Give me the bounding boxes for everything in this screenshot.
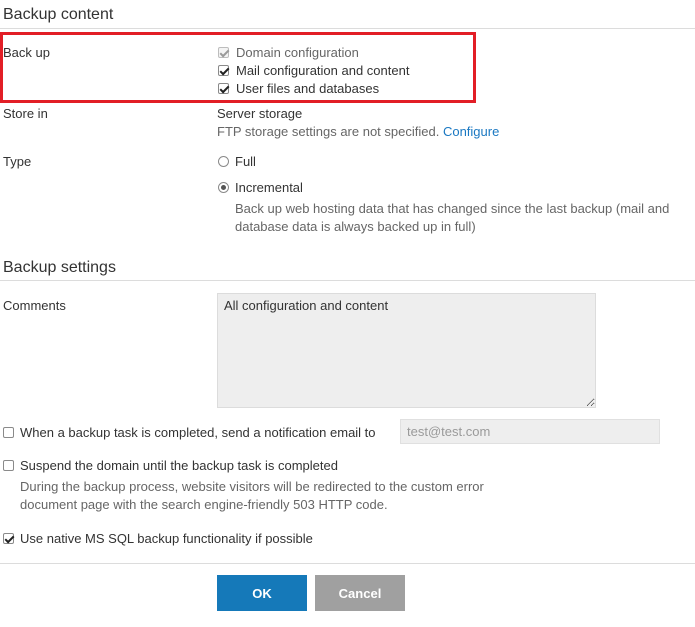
type-label: Type — [3, 154, 32, 169]
mail-configuration-label: Mail configuration and content — [236, 63, 410, 78]
suspend-note-line1: During the backup process, website visit… — [20, 479, 484, 494]
type-full-radio[interactable] — [218, 156, 229, 167]
section-divider — [0, 280, 695, 281]
ftp-note: FTP storage settings are not specified. … — [217, 124, 499, 139]
user-files-label: User files and databases — [236, 81, 380, 96]
ftp-note-text: FTP storage settings are not specified. — [217, 124, 440, 139]
section-divider — [0, 28, 695, 29]
comments-label: Comments — [3, 298, 66, 313]
ok-button[interactable]: OK — [217, 575, 307, 611]
back-up-label: Back up — [3, 45, 50, 60]
store-value: Server storage — [217, 106, 303, 121]
store-in-label: Store in — [3, 106, 48, 121]
backup-content-title: Backup content — [3, 6, 114, 23]
mail-configuration-checkbox[interactable] — [218, 65, 229, 76]
type-incremental-label: Incremental — [235, 180, 303, 195]
notify-checkbox[interactable] — [3, 427, 14, 438]
suspend-checkbox[interactable] — [3, 460, 14, 471]
notify-label: When a backup task is completed, send a … — [20, 425, 376, 440]
type-full-label: Full — [235, 154, 256, 169]
configure-link[interactable]: Configure — [443, 124, 499, 139]
footer-divider — [0, 563, 695, 564]
notification-email-input[interactable] — [400, 419, 660, 444]
incremental-note-line1: Back up web hosting data that has change… — [235, 201, 670, 216]
suspend-note-line2: document page with the search engine-fri… — [20, 497, 388, 512]
cancel-button[interactable]: Cancel — [315, 575, 405, 611]
user-files-checkbox[interactable] — [218, 83, 229, 94]
backup-settings-title: Backup settings — [3, 259, 116, 276]
domain-configuration-checkbox[interactable] — [218, 47, 229, 58]
suspend-label: Suspend the domain until the backup task… — [20, 458, 338, 473]
mssql-label: Use native MS SQL backup functionality i… — [20, 531, 313, 546]
comments-textarea[interactable] — [217, 293, 596, 408]
domain-configuration-label: Domain configuration — [236, 45, 359, 60]
type-incremental-radio[interactable] — [218, 182, 229, 193]
incremental-note-line2: database data is always backed up in ful… — [235, 219, 476, 234]
mssql-checkbox[interactable] — [3, 533, 14, 544]
